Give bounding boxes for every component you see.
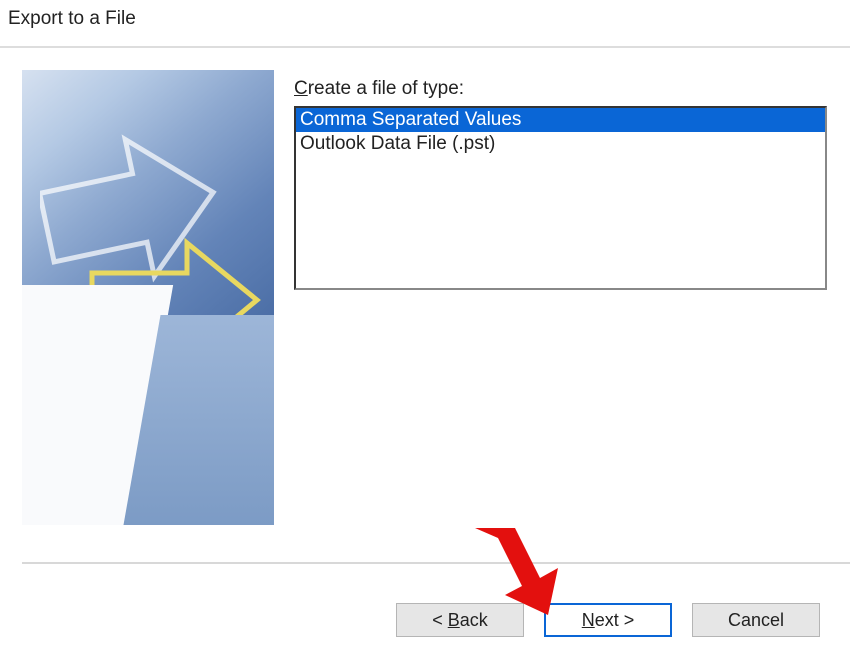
- wizard-decorative-image: [22, 70, 274, 525]
- button-row: < Back Next > Cancel: [396, 603, 820, 637]
- list-item[interactable]: Outlook Data File (.pst): [296, 132, 825, 156]
- file-type-listbox[interactable]: Comma Separated Values Outlook Data File…: [294, 106, 827, 290]
- back-button[interactable]: < Back: [396, 603, 524, 637]
- next-button[interactable]: Next >: [544, 603, 672, 637]
- form-section: Create a file of type: Comma Separated V…: [294, 70, 828, 525]
- dialog-title: Export to a File: [0, 0, 850, 46]
- cancel-button[interactable]: Cancel: [692, 603, 820, 637]
- list-item[interactable]: Comma Separated Values: [296, 108, 825, 132]
- file-type-label: Create a file of type:: [294, 78, 828, 100]
- content-area: Create a file of type: Comma Separated V…: [0, 48, 850, 525]
- divider: [22, 562, 850, 564]
